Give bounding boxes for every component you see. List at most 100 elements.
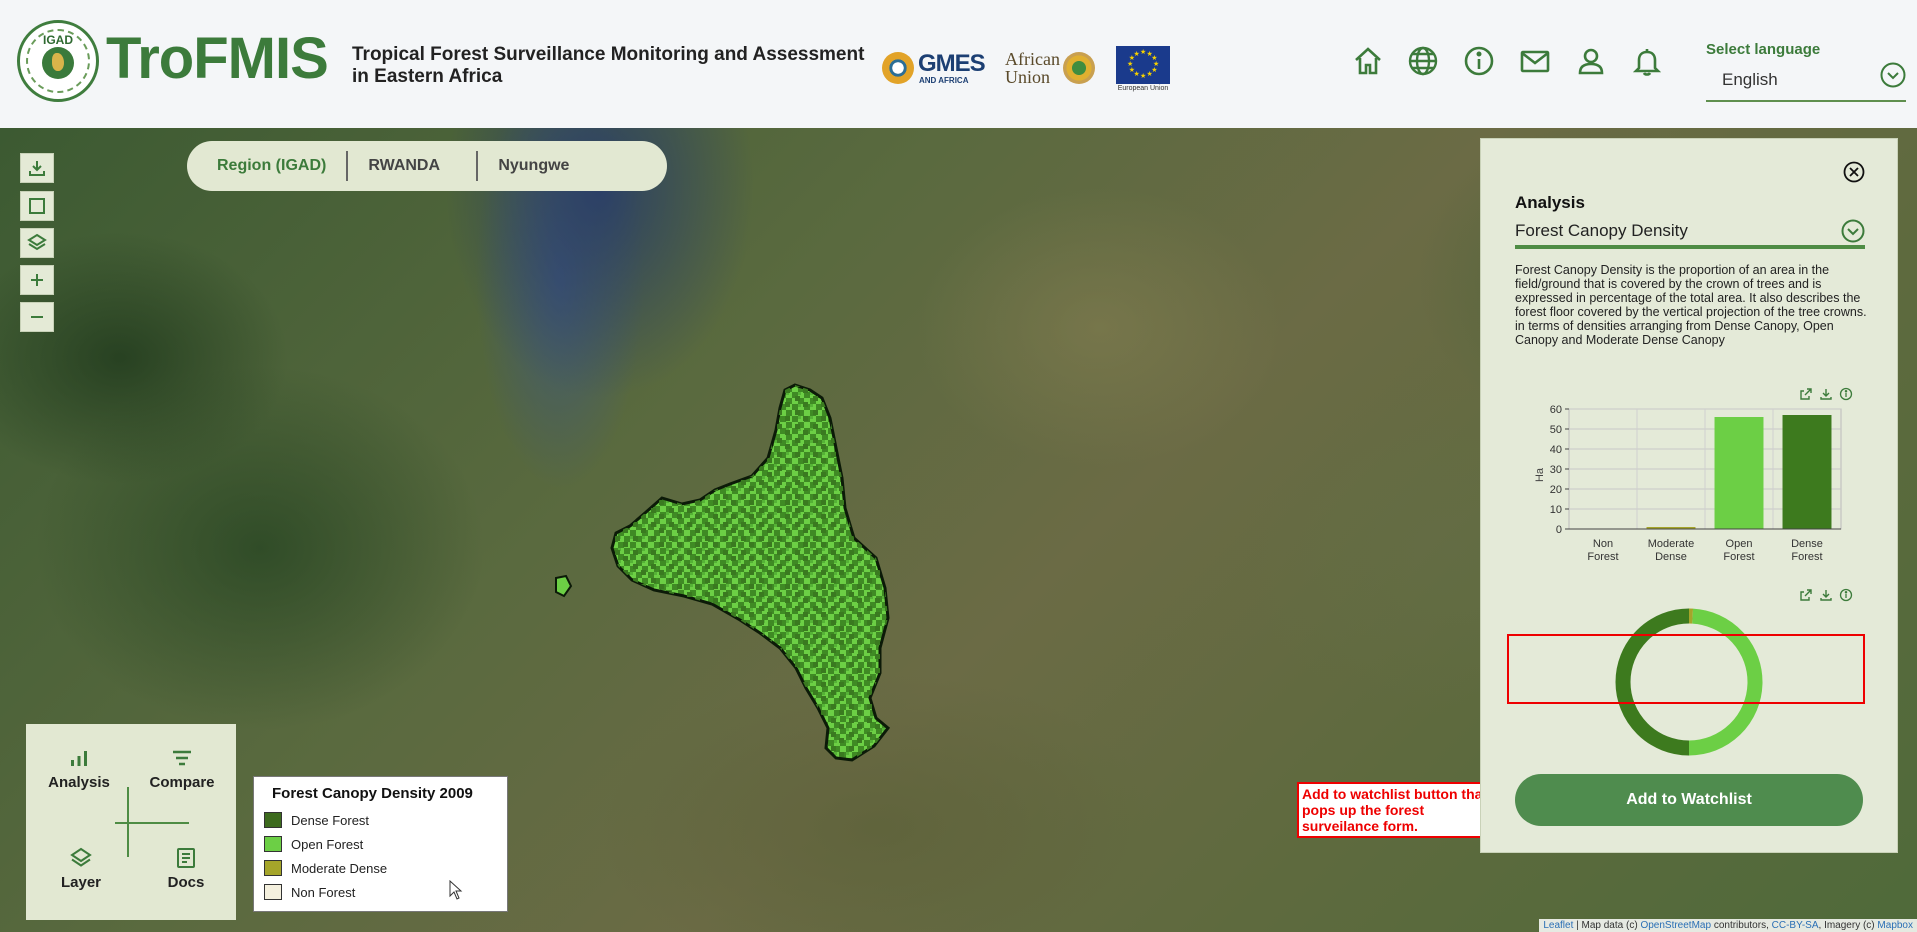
breadcrumb-area[interactable]: Nyungwe [476, 151, 589, 181]
legend-item: Moderate Dense [264, 856, 497, 880]
download-icon [29, 161, 45, 176]
map-attribution: Leaflet | Map data (c) OpenStreetMap con… [1539, 919, 1917, 932]
compare-label: Compare [149, 774, 215, 791]
x-tick-label: Forest [1723, 551, 1754, 563]
y-tick-label: 30 [1550, 464, 1562, 476]
mouse-cursor-icon [449, 880, 463, 900]
bar [1782, 415, 1832, 529]
zoom-in-button[interactable] [20, 265, 54, 295]
x-tick-label: Non [1593, 538, 1613, 550]
donut-chart-actions [1799, 588, 1879, 604]
breadcrumb-country[interactable]: RWANDA [346, 151, 476, 181]
analysis-label: Analysis [48, 774, 110, 791]
layers-icon [27, 233, 47, 251]
x-tick-label: Open [1726, 538, 1753, 550]
y-axis-label: Ha [1534, 467, 1546, 482]
legend-label: Moderate Dense [291, 860, 388, 876]
legend-label: Dense Forest [291, 812, 370, 828]
igad-logo[interactable]: IGAD [17, 20, 99, 102]
expand-icon[interactable] [1799, 588, 1813, 602]
filter-icon [173, 750, 191, 766]
legend-swatch [264, 860, 282, 876]
breadcrumb: Region (IGAD) RWANDA Nyungwe [187, 141, 667, 191]
language-select[interactable]: English [1706, 62, 1906, 102]
bar [1714, 417, 1764, 529]
leaflet-link[interactable]: Leaflet [1543, 920, 1573, 931]
zoom-out-button[interactable] [20, 302, 54, 332]
chevron-down-icon [1841, 219, 1865, 243]
legend-swatch [264, 812, 282, 828]
cc-by-sa-link[interactable]: CC-BY-SA [1772, 920, 1819, 931]
gmes-logo-subtext: AND AFRICA [919, 76, 969, 85]
analysis-type-select[interactable]: Forest Canopy Density [1515, 219, 1865, 249]
igad-logo-text: IGAD [43, 33, 73, 47]
y-tick-label: 50 [1550, 424, 1562, 436]
compare-menu-item[interactable]: Compare [137, 746, 227, 791]
african-union-logo-text: African Union [1005, 49, 1060, 87]
zoom-in-icon [31, 274, 43, 286]
header: IGAD TroFMIS Tropical Forest Surveillanc… [0, 0, 1917, 128]
x-tick-label: Dense [1655, 551, 1687, 563]
legend-item: Dense Forest [264, 808, 497, 832]
chevron-down-icon [1880, 62, 1906, 88]
y-tick-label: 10 [1550, 504, 1562, 516]
x-tick-label: Moderate [1648, 538, 1694, 550]
bell-icon[interactable] [1630, 44, 1664, 78]
analysis-panel: Analysis Forest Canopy Density Forest Ca… [1480, 138, 1898, 853]
language-value: English [1722, 70, 1778, 89]
analysis-description: Forest Canopy Density is the proportion … [1515, 263, 1867, 347]
zoom-out-icon [31, 316, 43, 318]
european-union-logo: ★ ★ ★ ★ ★ ★ ★ ★ ★ ★ ★ ★ European Union [1116, 44, 1170, 94]
osm-link[interactable]: OpenStreetMap [1640, 920, 1711, 931]
legend-label: Non Forest [291, 884, 356, 900]
home-icon[interactable] [1351, 44, 1385, 78]
globe-icon[interactable] [1406, 44, 1440, 78]
brand-title[interactable]: TroFMIS [106, 30, 329, 88]
x-tick-label: Dense [1791, 538, 1823, 550]
layer-label: Layer [60, 874, 102, 891]
x-tick-label: Forest [1791, 551, 1822, 563]
analysis-type-value: Forest Canopy Density [1515, 221, 1688, 240]
mapbox-link[interactable]: Mapbox [1877, 920, 1913, 931]
y-tick-label: 20 [1550, 484, 1562, 496]
y-tick-label: 60 [1550, 404, 1562, 416]
app-subtitle: Tropical Forest Surveillance Monitoring … [352, 44, 865, 87]
layers-button[interactable] [20, 228, 54, 258]
y-tick-label: 40 [1550, 444, 1562, 456]
layer-menu-item[interactable]: Layer [36, 846, 126, 891]
legend-swatch [264, 836, 282, 852]
draw-rectangle-icon [29, 198, 45, 214]
info-icon[interactable] [1839, 588, 1853, 602]
layers-icon [70, 847, 92, 867]
language-label: Select language [1706, 41, 1821, 58]
annotation-highlight [1507, 634, 1865, 704]
analysis-menu-item[interactable]: Analysis [34, 746, 124, 791]
density-bar-chart: 0102030405060HaNonForestModerateDenseOpe… [1534, 404, 1842, 563]
user-icon[interactable] [1574, 44, 1608, 78]
y-tick-label: 0 [1556, 524, 1562, 536]
mail-icon[interactable] [1518, 44, 1552, 78]
map-legend: Forest Canopy Density 2009 Dense Forest … [253, 776, 508, 912]
download-icon[interactable] [1819, 588, 1833, 602]
legend-item: Open Forest [264, 832, 497, 856]
draw-rectangle-button[interactable] [20, 191, 54, 221]
info-icon[interactable] [1462, 44, 1496, 78]
panel-title: Analysis [1515, 193, 1585, 212]
legend-label: Open Forest [291, 836, 364, 852]
european-union-logo-text: European Union [1117, 85, 1169, 92]
gmes-logo: GMES AND AFRICA [882, 44, 986, 94]
close-icon[interactable] [1843, 161, 1865, 183]
x-tick-label: Forest [1587, 551, 1618, 563]
african-union-logo: African Union [1005, 44, 1097, 94]
legend-title: Forest Canopy Density 2009 [272, 785, 473, 802]
legend-swatch [264, 884, 282, 900]
gmes-logo-text: GMES [918, 50, 986, 77]
bar-chart-icon [71, 751, 87, 766]
annotation-note: Add to watchlist button that pops up the… [1297, 782, 1507, 838]
docs-menu-item[interactable]: Docs [141, 846, 231, 891]
breadcrumb-region[interactable]: Region (IGAD) [187, 151, 346, 181]
document-icon [177, 848, 195, 868]
docs-label: Docs [167, 874, 205, 891]
download-button[interactable] [20, 153, 54, 183]
add-to-watchlist-button[interactable]: Add to Watchlist [1515, 774, 1863, 826]
